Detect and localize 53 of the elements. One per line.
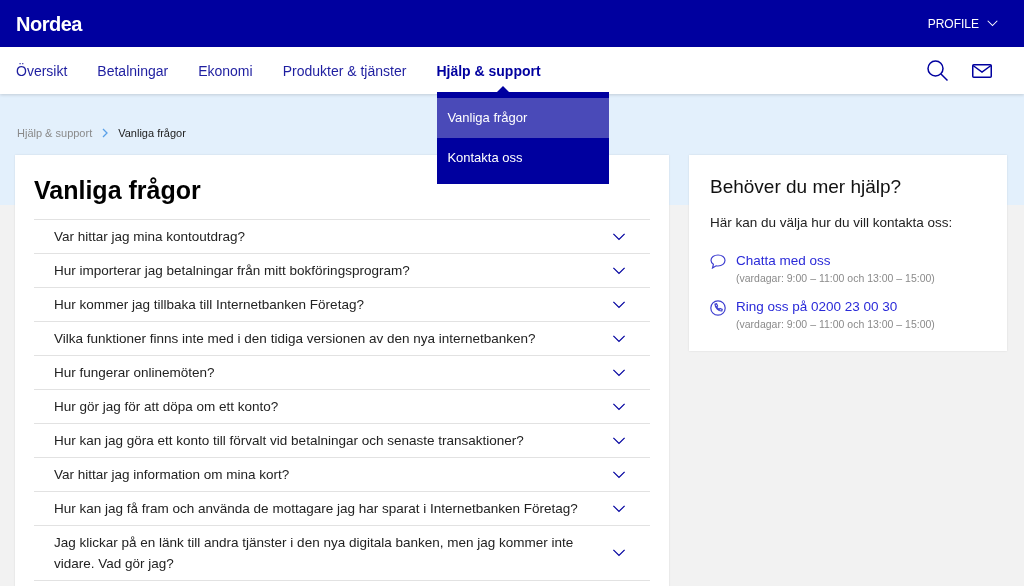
mail-icon[interactable] xyxy=(972,63,992,78)
nav-tab[interactable]: Översikt xyxy=(16,62,68,79)
breadcrumb-current: Vanliga frågor xyxy=(118,125,186,141)
chevron-icon xyxy=(612,266,626,275)
faq-row[interactable]: Hur kan jag få fram och använda de mottagare jag har sparat i Internetbanken Företag? xyxy=(34,492,650,526)
opening-hours: (vardagar: 9:00 – 11:00 och 13:00 – 15:00) xyxy=(736,317,935,332)
chevron-icon xyxy=(612,402,626,411)
faq-question: Hur kan jag göra ett konto till förvalt vid betalningar och senaste transaktioner? xyxy=(54,432,525,450)
faq-question: Hur fungerar onlinemöten? xyxy=(54,364,216,382)
help-intro: Här kan du välja hur du vill kontakta oss: xyxy=(710,214,954,232)
faq-row[interactable]: Hur kan jag göra ett konto till förvalt vid betalningar och senaste transaktioner? xyxy=(34,424,650,458)
logo[interactable]: Nordea xyxy=(16,8,82,39)
help-title: Behöver du mer hjälp? xyxy=(710,175,903,199)
faq-row[interactable]: Hur importerar jag betalningar från mitt bokföringsprogram? xyxy=(34,254,650,288)
page-title: Vanliga frågor xyxy=(34,175,202,205)
contact-link[interactable]: Ring oss på 0200 23 00 30 xyxy=(736,297,935,318)
faq-question: Jag klickar på en länk till andra tjänster i den nya digitala banken, men jag kommer inte vidare. Vad gör jag? xyxy=(54,534,575,573)
nav-tab[interactable]: Produkter & tjänster xyxy=(282,62,407,79)
faq-row[interactable]: Hur kommer jag tillbaka till Internetbanken Företag? xyxy=(34,288,650,322)
faq-question: Var hittar jag information om mina kort? xyxy=(54,466,291,484)
contact-link[interactable]: Chatta med oss xyxy=(736,251,935,272)
chevron-icon xyxy=(612,549,626,557)
chevron-icon xyxy=(612,368,626,377)
phone-icon xyxy=(710,300,726,317)
nav-tab[interactable]: Hjälp & support xyxy=(436,62,541,79)
search-icon[interactable] xyxy=(927,60,948,81)
faq-question: Hur importerar jag betalningar från mitt bokföringsprogram? xyxy=(54,262,411,280)
menu-item[interactable]: Vanliga frågor xyxy=(437,97,610,138)
faq-row[interactable]: Hur gör jag för att döpa om ett konto? xyxy=(34,390,650,424)
faq-question: Hur kommer jag tillbaka till Internetbanken Företag? xyxy=(54,296,365,314)
faq-row[interactable]: Var hittar jag information om mina kort? xyxy=(34,458,650,492)
chevron-icon xyxy=(612,470,626,479)
chevron-icon xyxy=(612,334,626,343)
profile-button[interactable]: PROFILE xyxy=(927,14,998,33)
menu-item[interactable]: Kontakta oss xyxy=(437,137,610,178)
nav-tab[interactable]: Betalningar xyxy=(97,62,169,79)
chevron-icon xyxy=(612,300,626,309)
faq-question: Vilka funktioner finns inte med i den tidiga versionen av den nya internetbanken? xyxy=(54,330,537,348)
chevron-icon xyxy=(612,232,626,241)
chevron-icon xyxy=(987,20,998,27)
chevron-right-icon xyxy=(102,128,109,138)
faq-row[interactable]: Jag klickar på en länk till andra tjänster i den nya digitala banken, men jag kommer inte vidare. Vad gör jag? xyxy=(34,526,650,581)
opening-hours: (vardagar: 9:00 – 11:00 och 13:00 – 15:00) xyxy=(736,271,935,286)
faq-question: Hur kan jag få fram och använda de mottagare jag har sparat i Internetbanken Företag? xyxy=(54,500,579,518)
faq-row[interactable]: Vilka funktioner finns inte med i den tidiga versionen av den nya internetbanken? xyxy=(34,322,650,356)
speech-bubble-icon xyxy=(710,254,726,270)
faq-row[interactable]: Var hittar jag mina kontoutdrag? xyxy=(34,220,650,254)
chevron-icon xyxy=(612,504,626,513)
faq-question: Hur gör jag för att döpa om ett konto? xyxy=(54,398,280,416)
chevron-icon xyxy=(612,436,626,445)
nav-tab[interactable]: Ekonomi xyxy=(198,62,253,79)
faq-row[interactable]: Hur fungerar onlinemöten? xyxy=(34,356,650,390)
faq-question: Var hittar jag mina kontoutdrag? xyxy=(54,228,247,246)
